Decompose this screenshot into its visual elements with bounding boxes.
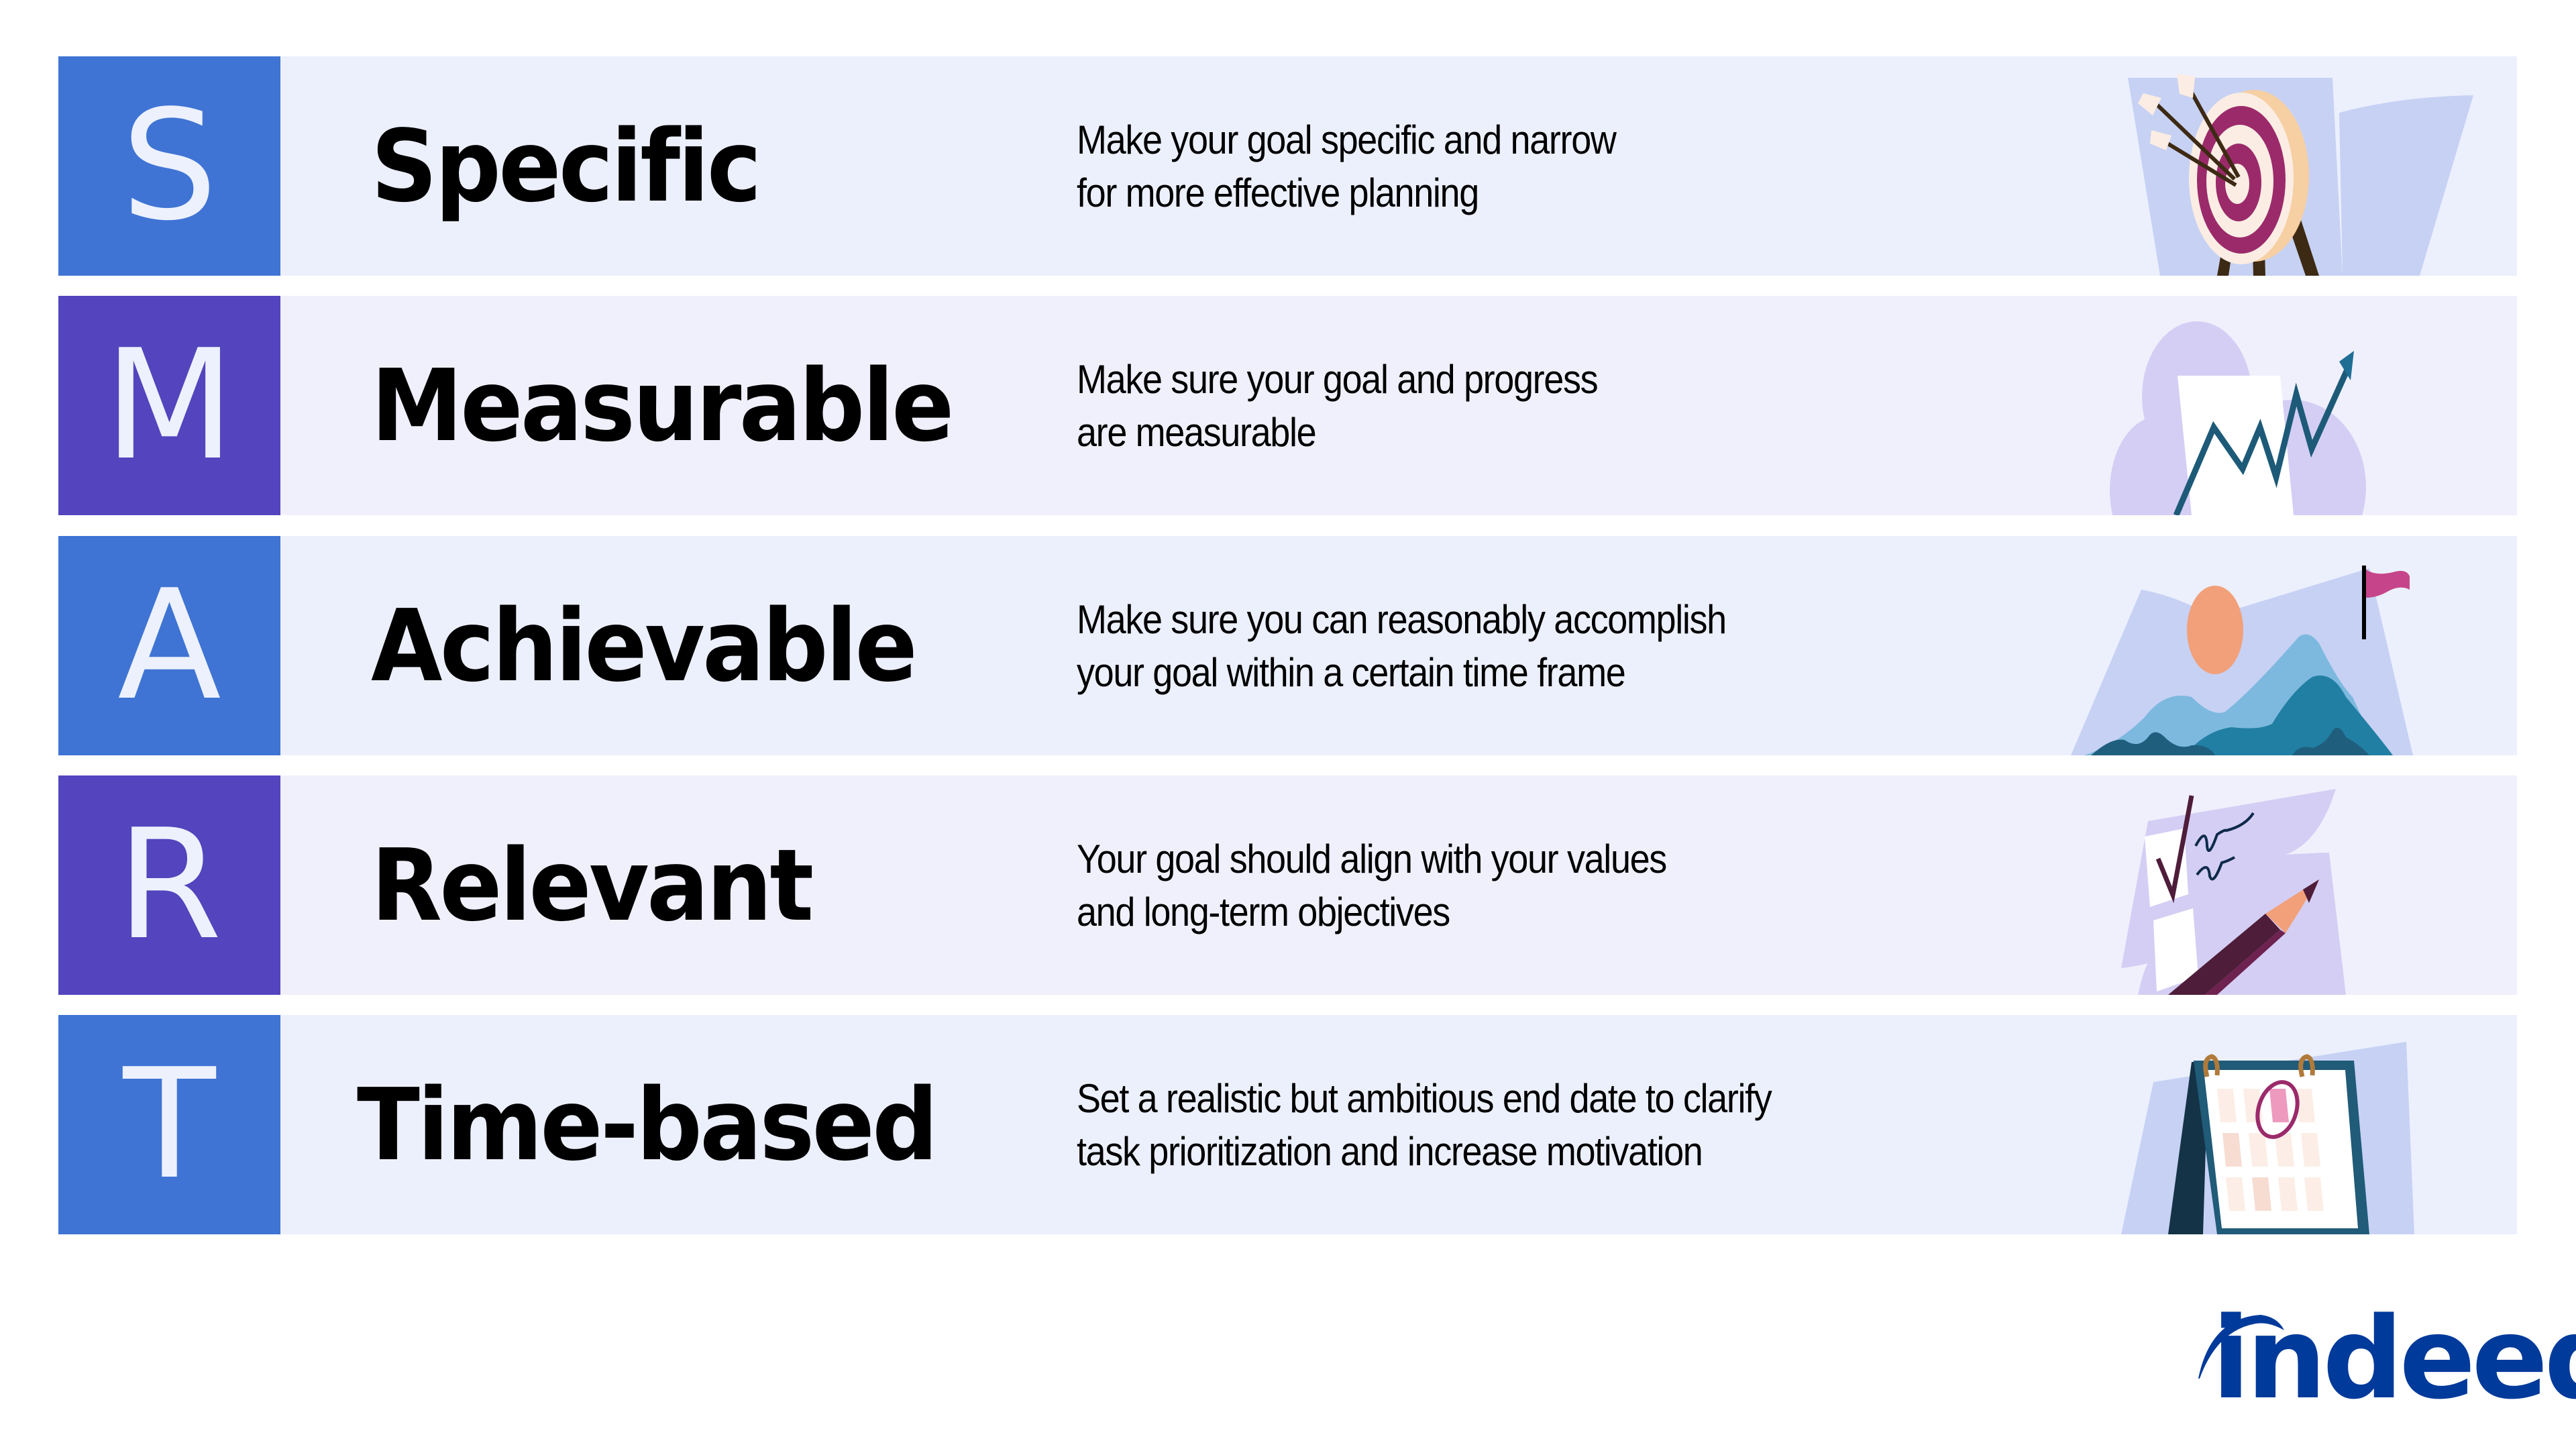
row-time-based: T Time-based Set a realistic but ambitio… xyxy=(58,1015,2517,1234)
description-achievable: Make sure you can reasonably accomplish … xyxy=(1077,536,1727,755)
letter-tile-t: T xyxy=(58,1015,280,1234)
description-line-1: Make your goal specific and narrow xyxy=(1077,117,1617,162)
mountain-flag-icon xyxy=(2004,536,2514,755)
description-line-2: and long-term objectives xyxy=(1077,889,1450,934)
description-line-1: Make sure you can reasonably accomplish xyxy=(1077,596,1727,642)
letter-a: A xyxy=(117,557,221,734)
rising-chart-icon xyxy=(2004,296,2514,515)
description-line-2: for more effective planning xyxy=(1077,170,1479,215)
description-relevant: Your goal should align with your values … xyxy=(1077,775,1667,995)
letter-r: R xyxy=(116,796,223,973)
description-line-2: your goal within a certain time frame xyxy=(1077,649,1626,695)
title-measurable: Measurable xyxy=(371,347,954,464)
letter-tile-m: M xyxy=(58,296,280,515)
description-line-1: Make sure your goal and progress xyxy=(1077,356,1599,402)
row-measurable: M Measurable Make sure your goal and pro… xyxy=(58,296,2517,515)
target-with-arrows-icon xyxy=(2004,56,2514,276)
checklist-pencil-icon xyxy=(2004,775,2514,995)
row-specific: S Specific Make your goal specific and n… xyxy=(58,56,2517,276)
title-achievable: Achievable xyxy=(371,588,918,704)
calendar-icon xyxy=(2004,1015,2514,1234)
description-line-2: task prioritization and increase motivat… xyxy=(1077,1128,1703,1174)
title-specific: Specific xyxy=(371,108,761,224)
indeed-logo-text: indeed xyxy=(2212,1293,2576,1424)
letter-m: M xyxy=(104,317,235,494)
letter-s: S xyxy=(121,77,218,254)
description-time-based: Set a realistic but ambitious end date t… xyxy=(1077,1015,1772,1234)
letter-tile-a: A xyxy=(58,536,280,755)
row-achievable: A Achievable Make sure you can reasonabl… xyxy=(58,536,2517,755)
description-line-2: are measurable xyxy=(1077,409,1317,455)
letter-tile-r: R xyxy=(58,775,280,995)
title-time-based: Time-based xyxy=(357,1067,938,1183)
description-line-1: Set a realistic but ambitious end date t… xyxy=(1077,1075,1772,1121)
indeed-logo: indeed xyxy=(2184,1298,2576,1419)
description-specific: Make your goal specific and narrow for m… xyxy=(1077,56,1617,276)
description-measurable: Make sure your goal and progress are mea… xyxy=(1077,296,1599,515)
row-relevant: R Relevant Your goal should align with y… xyxy=(58,775,2517,995)
description-line-1: Your goal should align with your values xyxy=(1077,836,1667,881)
letter-t: T xyxy=(123,1036,216,1213)
letter-tile-s: S xyxy=(58,56,280,276)
title-relevant: Relevant xyxy=(371,827,814,943)
